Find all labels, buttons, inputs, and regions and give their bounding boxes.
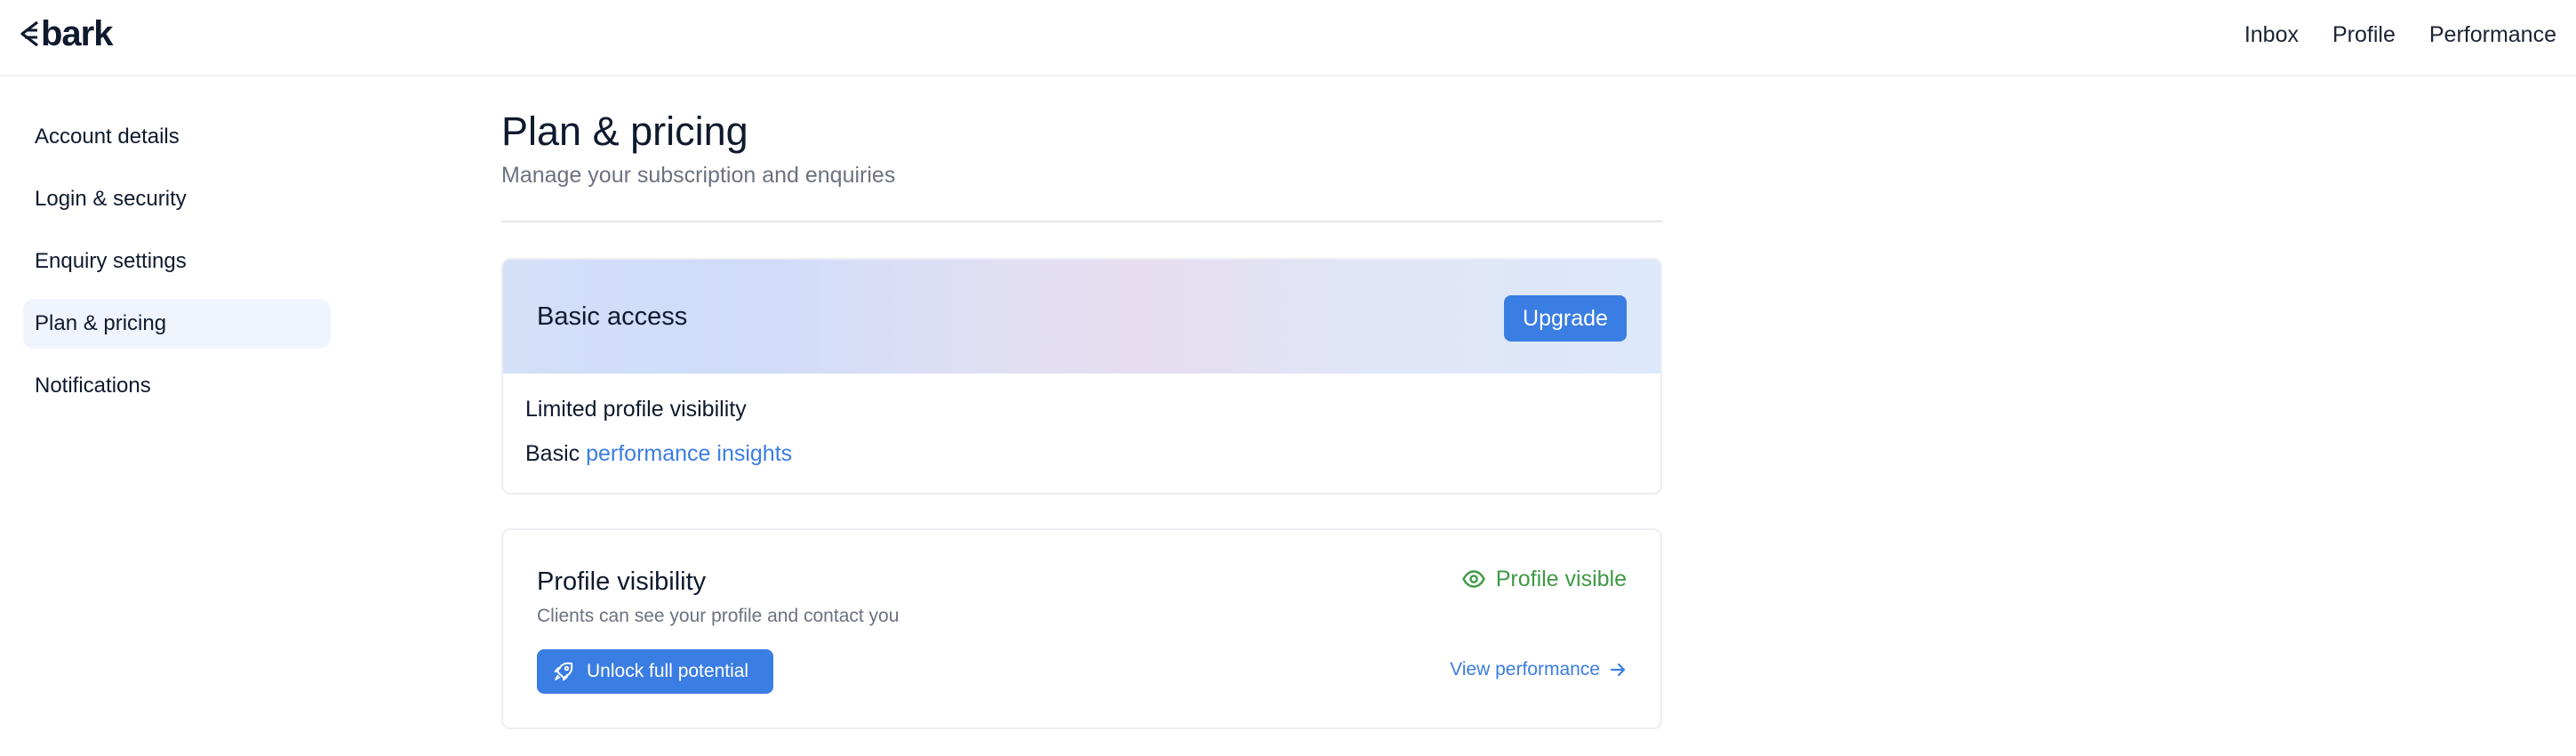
- top-bar: bark Inbox Profile Performance: [0, 0, 2576, 76]
- top-nav: Inbox Profile Performance: [2244, 20, 2556, 50]
- sidebar-item-notifications[interactable]: Notifications: [23, 361, 331, 411]
- unlock-full-potential-button[interactable]: Unlock full potential: [537, 649, 773, 694]
- rocket-icon: [554, 662, 573, 681]
- sidebar-item-plan-pricing[interactable]: Plan & pricing: [23, 299, 331, 349]
- sidebar-item-account-details[interactable]: Account details: [23, 112, 331, 162]
- bark-logo[interactable]: bark: [20, 16, 113, 52]
- plan-name: Basic access: [537, 302, 688, 331]
- bark-logo-mark-icon: [20, 20, 38, 47]
- profile-visible-label: Profile visible: [1495, 567, 1627, 591]
- unlock-full-potential-label: Unlock full potential: [587, 661, 749, 681]
- view-performance-link[interactable]: View performance: [1450, 656, 1627, 683]
- upgrade-button[interactable]: Upgrade: [1504, 295, 1627, 342]
- header-divider: [501, 221, 1662, 222]
- settings-sidebar: Account details Login & security Enquiry…: [23, 112, 331, 423]
- profile-visibility-title: Profile visibility: [537, 567, 707, 596]
- page-subtitle: Manage your subscription and enquiries: [501, 163, 896, 188]
- sidebar-item-login-security[interactable]: Login & security: [23, 174, 331, 224]
- plan-card: Basic access Upgrade Limited profile vis…: [501, 258, 1662, 495]
- profile-visibility-card: Profile visibility Clients can see your …: [501, 528, 1662, 729]
- nav-profile[interactable]: Profile: [2332, 20, 2396, 50]
- profile-visible-status: Profile visible: [1462, 564, 1627, 594]
- eye-icon: [1462, 570, 1485, 588]
- sidebar-item-enquiry-settings[interactable]: Enquiry settings: [23, 237, 331, 286]
- plan-banner: Basic access Upgrade: [503, 260, 1660, 374]
- performance-insights-link[interactable]: performance insights: [586, 441, 792, 466]
- page-title: Plan & pricing: [501, 109, 748, 154]
- arrow-right-icon: [1610, 663, 1626, 677]
- plan-feature-insights-prefix: Basic: [525, 441, 580, 466]
- view-performance-label: View performance: [1450, 659, 1600, 680]
- profile-visibility-description: Clients can see your profile and contact…: [537, 606, 900, 626]
- nav-performance[interactable]: Performance: [2429, 20, 2556, 50]
- logo-text: bark: [41, 14, 113, 53]
- nav-inbox[interactable]: Inbox: [2244, 20, 2299, 50]
- plan-feature-insights: Basic performance insights: [525, 439, 792, 468]
- plan-feature-visibility: Limited profile visibility: [525, 397, 747, 422]
